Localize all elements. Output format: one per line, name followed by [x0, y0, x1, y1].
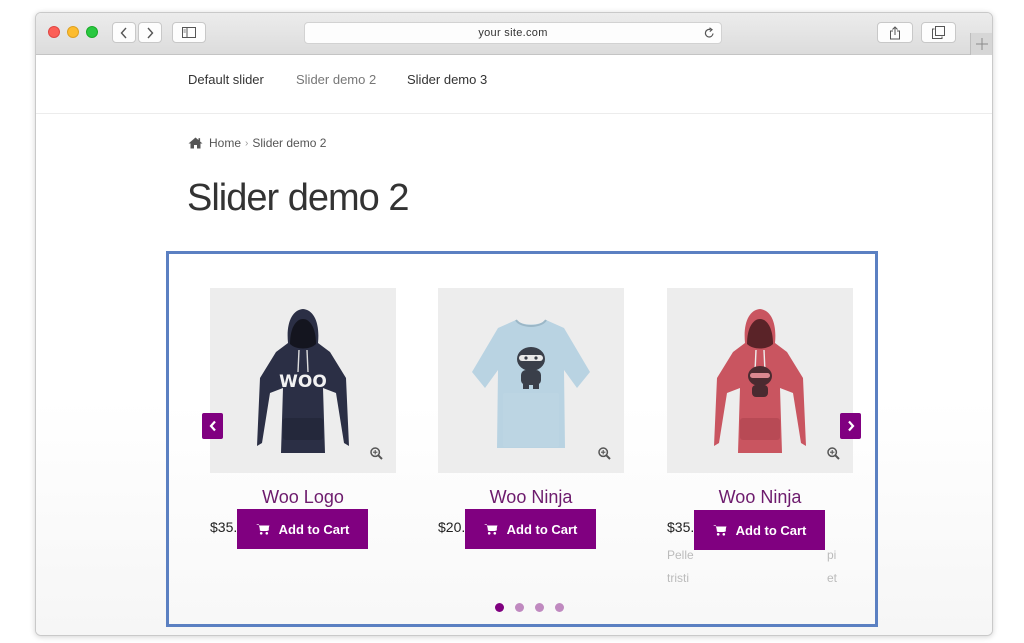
home-icon[interactable] — [188, 137, 203, 149]
product-image[interactable] — [667, 288, 853, 473]
browser-window: your site.com Default slider Slider demo… — [35, 12, 993, 636]
slider-prev-button[interactable] — [202, 413, 223, 439]
add-to-cart-label: Add to Cart — [735, 522, 807, 538]
zoom-icon[interactable] — [827, 447, 840, 460]
tshirt-image — [472, 319, 590, 448]
chevron-right-icon — [847, 420, 854, 432]
forward-button[interactable] — [138, 22, 162, 43]
breadcrumb-separator-icon: › — [245, 137, 249, 149]
slider-next-button[interactable] — [840, 413, 861, 439]
add-to-cart-button[interactable]: Add to Cart — [694, 510, 825, 550]
breadcrumb-current: Slider demo 2 — [252, 136, 327, 150]
chevron-right-icon — [147, 27, 154, 38]
nav-item-slider-demo-3[interactable]: Slider demo 3 — [407, 72, 487, 87]
product-description-fragment: Pelle — [667, 548, 694, 562]
cart-icon — [483, 524, 498, 535]
slider-dot[interactable] — [555, 603, 564, 612]
product-title[interactable]: Woo Ninja — [438, 487, 624, 509]
hoodie-print-text: WOO — [279, 372, 327, 392]
cart-icon — [255, 524, 270, 535]
product-description-fragment: et — [827, 571, 838, 585]
add-to-cart-button[interactable]: Add to Cart — [237, 509, 368, 549]
page-title: Slider demo 2 — [187, 177, 409, 219]
maximize-window-button[interactable] — [86, 26, 98, 38]
product-image[interactable]: WOO — [210, 288, 396, 473]
breadcrumb-home-link[interactable]: Home — [209, 136, 241, 150]
product-card: Woo Ninja $35.00 — [667, 288, 853, 537]
sidebar-icon — [182, 27, 196, 38]
back-button[interactable] — [112, 22, 136, 43]
chevron-left-icon — [209, 420, 216, 432]
site-navigation: Default slider Slider demo 2 Slider demo… — [36, 55, 992, 114]
zoom-icon[interactable] — [598, 447, 611, 460]
address-bar[interactable]: your site.com — [304, 22, 722, 44]
page-content: Home › Slider demo 2 Slider demo 2 WOO W… — [36, 114, 992, 635]
product-title[interactable]: Woo Ninja — [667, 487, 853, 509]
plus-icon — [976, 38, 988, 50]
close-window-button[interactable] — [48, 26, 60, 38]
slider-dot[interactable] — [515, 603, 524, 612]
reload-icon[interactable] — [704, 27, 715, 39]
slider-pagination — [495, 603, 564, 612]
cart-icon — [712, 525, 727, 536]
slider-dot[interactable] — [535, 603, 544, 612]
hoodie-image — [714, 309, 806, 453]
product-description-fragment: tristi — [667, 571, 689, 585]
product-description-fragment: pi — [827, 548, 837, 562]
nav-item-slider-demo-2[interactable]: Slider demo 2 — [296, 72, 376, 87]
product-slider: WOO Woo Logo $35.00 Add to Cart Woo Ninj… — [166, 251, 878, 627]
new-tab-button[interactable] — [970, 33, 992, 55]
chevron-left-icon — [120, 27, 127, 38]
product-title[interactable]: Woo Logo — [210, 487, 396, 509]
zoom-icon[interactable] — [370, 447, 383, 460]
nav-item-default-slider[interactable]: Default slider — [188, 72, 264, 87]
product-card: WOO Woo Logo $35.00 — [210, 288, 396, 537]
tabs-icon — [932, 26, 945, 39]
slider-dot[interactable] — [495, 603, 504, 612]
sidebar-toggle-button[interactable] — [172, 22, 206, 43]
add-to-cart-label: Add to Cart — [506, 521, 578, 537]
minimize-window-button[interactable] — [67, 26, 79, 38]
share-button[interactable] — [877, 22, 913, 43]
breadcrumb: Home › Slider demo 2 — [188, 136, 326, 150]
add-to-cart-button[interactable]: Add to Cart — [465, 509, 596, 549]
tabs-overview-button[interactable] — [921, 22, 956, 43]
share-icon — [890, 25, 900, 39]
url-text: your site.com — [478, 27, 548, 39]
browser-toolbar: your site.com — [36, 13, 992, 55]
product-image[interactable] — [438, 288, 624, 473]
product-card: Woo Ninja $20.00 — [438, 288, 624, 537]
add-to-cart-label: Add to Cart — [278, 521, 350, 537]
hoodie-image: WOO — [257, 309, 349, 453]
